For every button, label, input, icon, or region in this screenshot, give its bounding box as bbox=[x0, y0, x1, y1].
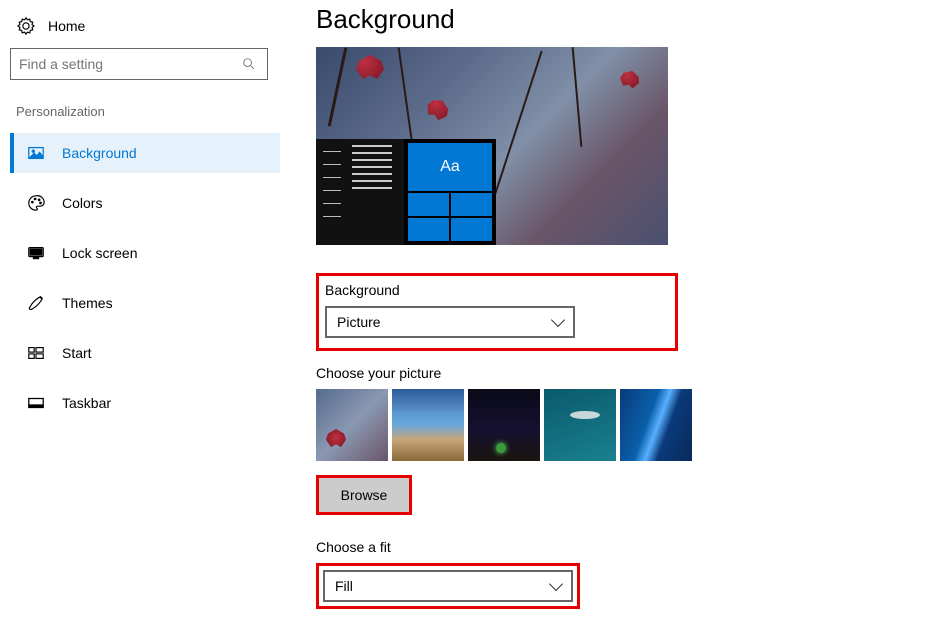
sidebar-item-label: Start bbox=[62, 345, 92, 361]
sidebar-item-label: Themes bbox=[62, 295, 113, 311]
image-icon bbox=[26, 143, 46, 163]
gear-icon bbox=[16, 16, 36, 36]
background-label: Background bbox=[325, 282, 575, 298]
settings-main-panel: Background Aa Background Picture Choose … bbox=[280, 0, 941, 621]
page-title: Background bbox=[316, 4, 941, 35]
sidebar-item-lock-screen[interactable]: Lock screen bbox=[10, 233, 280, 273]
monitor-icon bbox=[26, 243, 46, 263]
preview-start-menu: Aa bbox=[316, 139, 496, 245]
sidebar-item-themes[interactable]: Themes bbox=[10, 283, 280, 323]
background-type-dropdown[interactable]: Picture bbox=[325, 306, 575, 338]
sidebar-item-label: Taskbar bbox=[62, 395, 111, 411]
picture-thumbnail[interactable] bbox=[544, 389, 616, 461]
annotation-highlight: Fill bbox=[316, 563, 580, 609]
sidebar-item-label: Lock screen bbox=[62, 245, 137, 261]
brush-icon bbox=[26, 293, 46, 313]
picture-thumbnail[interactable] bbox=[468, 389, 540, 461]
sidebar-item-label: Colors bbox=[62, 195, 102, 211]
dropdown-value: Picture bbox=[337, 314, 381, 330]
palette-icon bbox=[26, 193, 46, 213]
chevron-down-icon bbox=[549, 577, 563, 591]
sidebar-item-background[interactable]: Background bbox=[10, 133, 280, 173]
picture-thumbnail[interactable] bbox=[316, 389, 388, 461]
fit-dropdown[interactable]: Fill bbox=[323, 570, 573, 602]
choose-picture-label: Choose your picture bbox=[316, 365, 941, 381]
sidebar-item-colors[interactable]: Colors bbox=[10, 183, 280, 223]
picture-thumbnails bbox=[316, 389, 941, 461]
dropdown-value: Fill bbox=[335, 578, 353, 594]
search-box[interactable] bbox=[10, 48, 268, 80]
search-icon bbox=[239, 54, 259, 74]
annotation-highlight: Background Picture bbox=[316, 273, 678, 351]
picture-thumbnail[interactable] bbox=[392, 389, 464, 461]
home-label: Home bbox=[48, 18, 85, 34]
preview-accent-sample: Aa bbox=[408, 143, 492, 191]
sidebar-item-taskbar[interactable]: Taskbar bbox=[10, 383, 280, 423]
choose-fit-label: Choose a fit bbox=[316, 539, 941, 555]
settings-sidebar: Home Personalization Background Colors L… bbox=[0, 0, 280, 621]
chevron-down-icon bbox=[551, 313, 565, 327]
picture-thumbnail[interactable] bbox=[620, 389, 692, 461]
home-link[interactable]: Home bbox=[10, 10, 280, 48]
section-header: Personalization bbox=[10, 104, 280, 133]
taskbar-icon bbox=[26, 393, 46, 413]
search-input[interactable] bbox=[19, 56, 239, 72]
start-grid-icon bbox=[26, 343, 46, 363]
annotation-highlight: Browse bbox=[316, 475, 412, 515]
desktop-preview: Aa bbox=[316, 47, 668, 245]
browse-button[interactable]: Browse bbox=[319, 478, 409, 512]
sidebar-item-start[interactable]: Start bbox=[10, 333, 280, 373]
sidebar-item-label: Background bbox=[62, 145, 137, 161]
